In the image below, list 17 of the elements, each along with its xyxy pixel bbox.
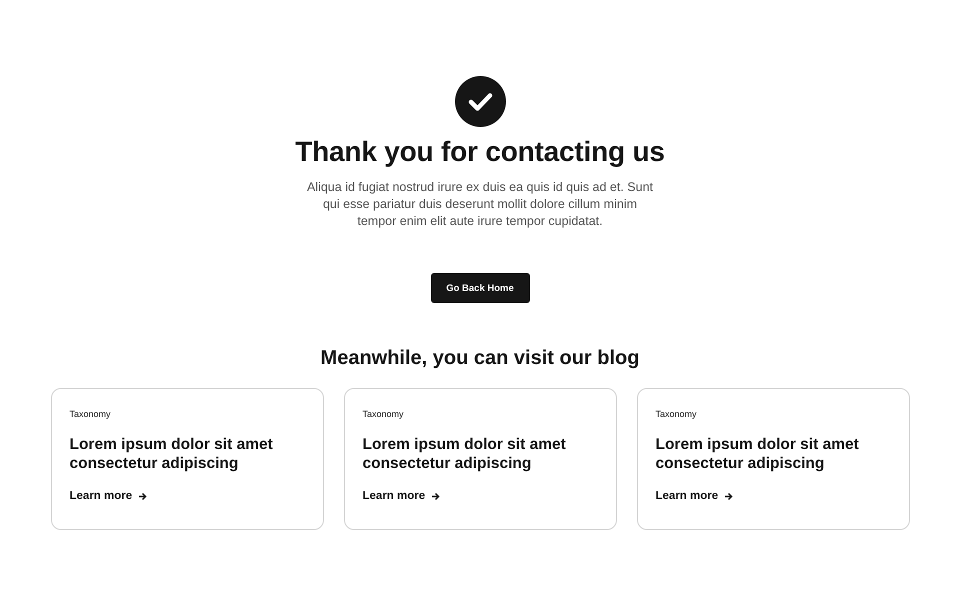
section-heading: Meanwhile, you can visit our blog (320, 346, 640, 371)
category-label: Taxonomy (70, 408, 111, 420)
card-title: Lorem ipsum dolor sit amet consectetur adipiscing (70, 435, 274, 473)
learn-more-link[interactable]: Learn more (656, 490, 734, 502)
learn-more-link[interactable]: Learn more (362, 490, 440, 502)
arrow-icon (724, 492, 734, 500)
arrow-icon (431, 492, 440, 500)
page-title: Thank you for contacting us (295, 135, 665, 169)
arrow-icon (138, 492, 148, 500)
go-back-home-button[interactable]: Go Back Home (430, 273, 530, 303)
card-title: Lorem ipsum dolor sit amet consectetur adipiscing (656, 435, 860, 473)
category-label: Taxonomy (362, 408, 404, 420)
card-title: Lorem ipsum dolor sit amet consectetur adipiscing (362, 435, 567, 473)
confirmation-message: Aliqua id fugiat nostrud irure ex duis ea quis id quis ad et. Sunt qui esse pariatur duis deserunt mollit dolore cillum minim tempor enim elit aute irure tempor cupidatat. (306, 179, 654, 230)
category-label: Taxonomy (656, 408, 697, 420)
checkmark-icon (454, 76, 506, 127)
learn-more-link[interactable]: Learn more (70, 490, 148, 502)
